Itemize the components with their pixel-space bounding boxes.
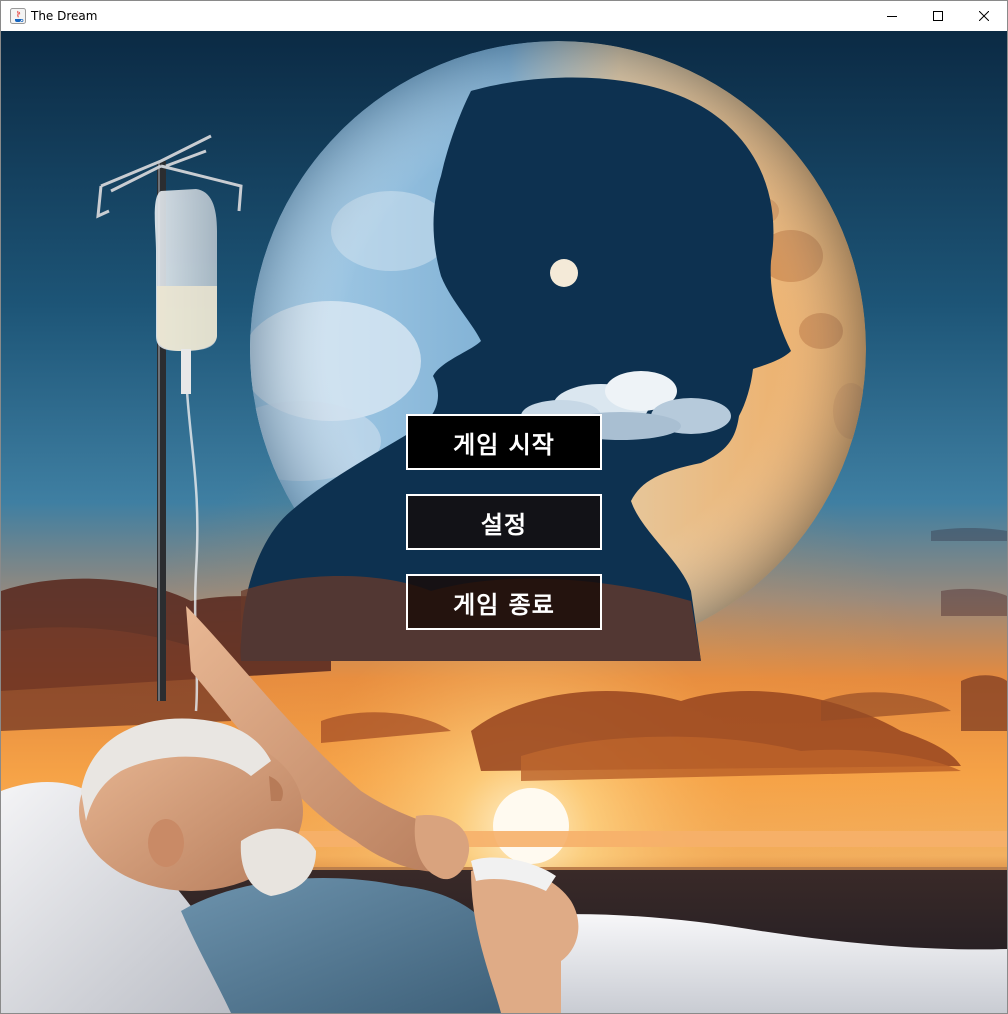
title-screen: 게임 시작 설정 게임 종료: [1, 31, 1007, 1013]
minimize-icon: [887, 16, 897, 17]
java-icon: [10, 8, 26, 24]
title-bar[interactable]: The Dream: [1, 1, 1007, 31]
start-game-button[interactable]: 게임 시작: [406, 414, 602, 470]
small-moon: [550, 259, 578, 287]
close-icon: [979, 11, 989, 21]
application-window: The Dream 게임 시작 설정 게임 종료: [0, 0, 1008, 1014]
sun: [493, 788, 569, 864]
maximize-icon: [933, 11, 943, 21]
minimize-button[interactable]: [869, 1, 915, 31]
window-title: The Dream: [31, 9, 98, 23]
maximize-button[interactable]: [915, 1, 961, 31]
close-button[interactable]: [961, 1, 1007, 31]
settings-button[interactable]: 설정: [406, 494, 602, 550]
quit-game-button[interactable]: 게임 종료: [406, 574, 602, 630]
window-controls: [869, 1, 1007, 31]
